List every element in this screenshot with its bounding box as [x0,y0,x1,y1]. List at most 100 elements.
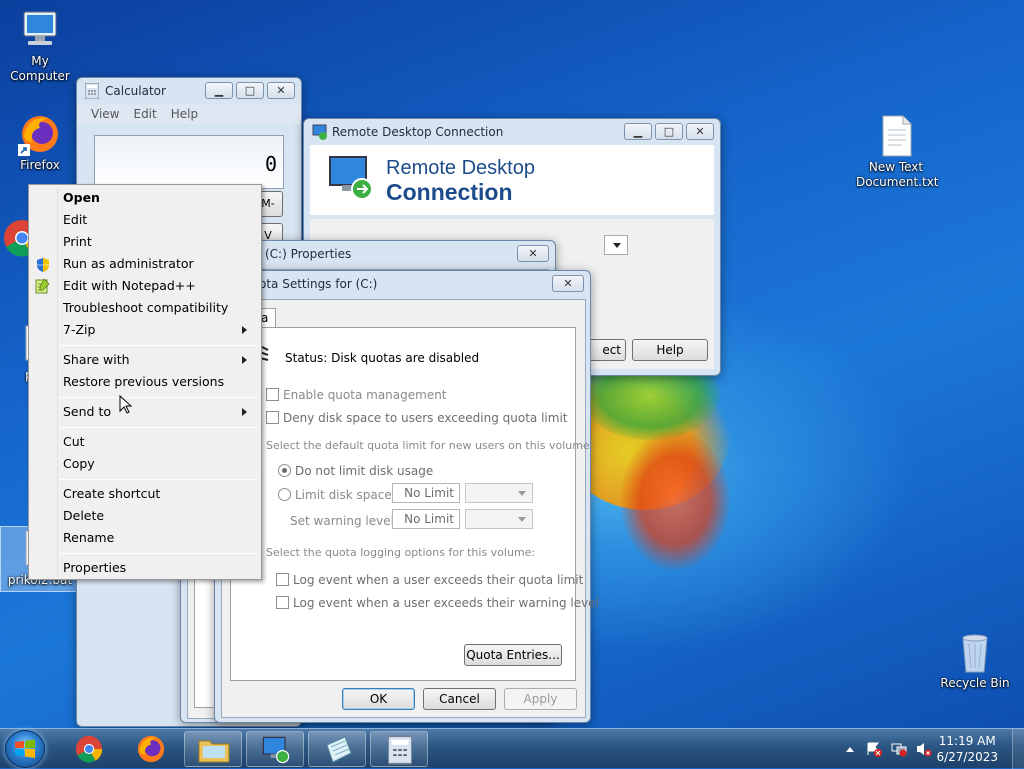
cancel-button[interactable]: Cancel [423,688,496,710]
notepad-plus-plus-icon [35,278,50,294]
menu-item-run-as-admin[interactable]: Run as administrator [63,253,194,275]
checkbox-box [266,388,279,401]
remote-desktop-icon [312,124,327,140]
maximize-button[interactable]: □ [236,82,264,99]
rdp-banner-line2: Connection [386,179,513,205]
menu-item-edit[interactable]: Edit [63,209,87,231]
desktop-icon-label: My Computer [10,54,70,83]
menu-item-share-with[interactable]: Share with [63,349,130,371]
window-titlebar[interactable]: ota Settings for (C:) ✕ [215,271,590,297]
menu-item-delete[interactable]: Delete [63,505,104,527]
menu-separator [59,427,258,428]
clock-time: 11:19 AM [938,734,996,748]
taskbar: 11:19 AM 6/27/2023 [0,728,1024,769]
mouse-cursor-icon [119,395,133,414]
checkbox-box [266,411,279,424]
show-hidden-icons-icon[interactable] [846,743,854,752]
close-button[interactable]: ✕ [517,245,549,262]
ok-button[interactable]: OK [342,688,415,710]
log-warning-checkbox[interactable]: Log event when a user exceeds their warn… [276,596,599,610]
help-button[interactable]: Help [632,339,708,361]
taskbar-remote-desktop[interactable] [246,731,304,767]
clock-date: 6/27/2023 [936,750,998,764]
computer-dropdown[interactable] [604,235,628,255]
menu-item-send-to[interactable]: Send to [63,401,111,423]
firefox-icon [137,735,165,763]
menu-edit[interactable]: Edit [133,104,156,124]
window-title: Remote Desktop Connection [332,125,504,139]
firefox-icon [18,112,62,156]
taskbar-notepad[interactable] [308,731,366,767]
logging-heading: Select the quota logging options for thi… [266,546,536,559]
maximize-button[interactable]: □ [655,123,683,140]
taskbar-explorer[interactable] [184,731,242,767]
desktop-icon-label: New Text Document.txt [856,160,939,189]
text-file-icon [874,114,918,158]
taskbar-calculator[interactable] [370,731,428,767]
menu-separator [59,553,258,554]
volume-icon[interactable] [915,741,933,757]
enable-quota-checkbox[interactable]: Enable quota management [266,388,447,402]
menu-bar: View Edit Help [77,104,301,124]
taskbar-firefox[interactable] [122,731,180,767]
menu-separator [59,397,258,398]
radio-dot [278,464,291,477]
checkbox-box [276,596,289,609]
show-desktop-button[interactable] [1012,729,1024,769]
menu-item-7zip[interactable]: 7-Zip [63,319,95,341]
quota-settings-window[interactable]: ota Settings for (C:) ✕ a Status: Disk q… [214,270,599,723]
window-titlebar[interactable]: Remote Desktop Connection ▁ □ ✕ [304,119,720,145]
no-limit-radio[interactable]: Do not limit disk usage [278,464,433,478]
menu-item-create-shortcut[interactable]: Create shortcut [63,483,160,505]
windows-logo-icon [15,739,35,758]
menu-separator [59,479,258,480]
menu-item-open[interactable]: Open [63,187,100,209]
menu-item-edit-notepad-plus-plus[interactable]: Edit with Notepad++ [63,275,196,297]
desktop-icon-my-computer[interactable]: My Computer [0,8,80,84]
window-title: ota Settings for (C:) [259,277,378,291]
remote-desktop-logo-icon [329,156,373,200]
apply-button[interactable]: Apply [504,688,577,710]
desktop-icon-label: Firefox [20,158,60,172]
calculator-icon [388,735,412,765]
deny-space-checkbox[interactable]: Deny disk space to users exceeding quota… [266,411,567,425]
menu-item-rename[interactable]: Rename [63,527,114,549]
close-button[interactable]: ✕ [552,275,584,292]
remote-desktop-icon [262,736,290,764]
quota-entries-button[interactable]: Quota Entries... [464,644,562,666]
action-center-icon[interactable] [866,741,882,757]
start-button[interactable] [5,730,45,768]
recycle-bin-icon [953,630,997,674]
limit-value-field[interactable]: No Limit [392,483,460,503]
limit-disk-radio[interactable]: Limit disk space to [278,488,408,502]
minimize-button[interactable]: ▁ [205,82,233,99]
menu-item-cut[interactable]: Cut [63,431,85,453]
limit-unit-dropdown[interactable] [465,483,533,503]
warning-unit-dropdown[interactable] [465,509,533,529]
menu-item-restore-previous[interactable]: Restore previous versions [63,371,224,393]
close-button[interactable]: ✕ [686,123,714,140]
desktop-icon-new-text-document[interactable]: New Text Document.txt [856,114,939,190]
network-icon[interactable] [891,741,907,757]
chevron-down-icon [613,243,621,252]
desktop-icon-firefox[interactable]: Firefox [0,112,80,173]
log-quota-checkbox[interactable]: Log event when a user exceeds their quot… [276,573,583,587]
menu-item-copy[interactable]: Copy [63,453,95,475]
menu-separator [59,345,258,346]
minimize-button[interactable]: ▁ [624,123,652,140]
menu-item-print[interactable]: Print [63,231,92,253]
warning-value-field[interactable]: No Limit [392,509,460,529]
window-titlebar[interactable]: Calculator ▁ □ ✕ [77,78,301,104]
close-button[interactable]: ✕ [267,82,295,99]
desktop-icon-recycle-bin[interactable]: Recycle Bin [935,630,1015,691]
taskbar-chrome[interactable] [60,731,118,767]
menu-view[interactable]: View [91,104,119,124]
menu-item-properties[interactable]: Properties [63,557,126,579]
context-menu: Open Edit Print Run as administrator Edi… [28,184,262,580]
display-value: 0 [264,152,277,176]
system-clock[interactable]: 11:19 AM 6/27/2023 [936,733,998,765]
submenu-arrow-icon [242,408,251,416]
desktop-icon-label: Recycle Bin [940,676,1010,690]
menu-help[interactable]: Help [171,104,198,124]
menu-item-troubleshoot[interactable]: Troubleshoot compatibility [63,297,228,319]
